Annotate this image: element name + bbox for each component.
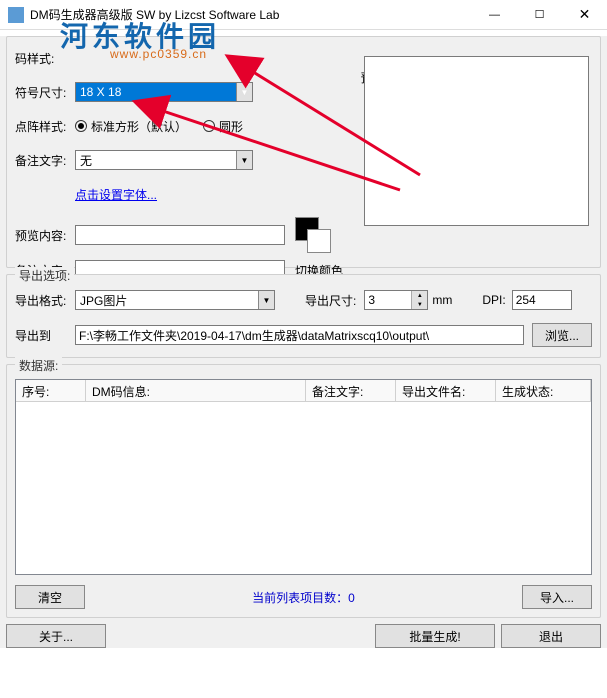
close-button[interactable]: ✕	[562, 1, 607, 29]
spin-down-icon[interactable]: ▼	[412, 300, 427, 309]
preview-image-area	[364, 56, 589, 226]
col-seq[interactable]: 序号:	[16, 380, 86, 401]
symbol-size-value: 18 X 18	[76, 85, 236, 99]
col-dm[interactable]: DM码信息:	[86, 380, 306, 401]
preview-content-input[interactable]	[75, 225, 285, 245]
code-style-label: 码样式:	[15, 50, 75, 67]
chevron-down-icon: ▼	[236, 83, 252, 101]
export-size-input[interactable]	[365, 291, 411, 309]
background-color-swatch	[307, 229, 331, 253]
radio-square[interactable]: 标准方形（默认）	[75, 118, 187, 135]
export-format-label: 导出格式:	[15, 292, 75, 309]
chevron-down-icon: ▼	[236, 151, 252, 169]
data-source-group-title: 数据源:	[15, 357, 62, 374]
spin-up-icon[interactable]: ▲	[412, 291, 427, 300]
clear-button[interactable]: 清空	[15, 585, 85, 609]
browse-button[interactable]: 浏览...	[532, 323, 592, 347]
export-size-spinner[interactable]: ▲▼	[364, 290, 428, 310]
col-file[interactable]: 导出文件名:	[396, 380, 496, 401]
dot-style-label: 点阵样式:	[15, 118, 75, 135]
app-icon	[8, 7, 24, 23]
export-format-combo[interactable]: JPG图片 ▼	[75, 290, 275, 310]
export-format-value: JPG图片	[76, 292, 258, 309]
window-title: DM码生成器高级版 SW by Lizcst Software Lab	[30, 6, 472, 23]
table-header: 序号: DM码信息: 备注文字: 导出文件名: 生成状态:	[16, 380, 591, 402]
item-count-label: 当前列表项目数：0	[85, 589, 522, 606]
dpi-input[interactable]	[512, 290, 572, 310]
symbol-size-combo[interactable]: 18 X 18 ▼	[75, 82, 253, 102]
export-size-label: 导出尺寸:	[305, 292, 356, 309]
remark-combo-value: 无	[76, 152, 236, 169]
col-status[interactable]: 生成状态:	[496, 380, 591, 401]
radio-dot-icon	[75, 120, 87, 132]
symbol-size-label: 符号尺寸:	[15, 84, 75, 101]
export-size-unit: mm	[432, 293, 452, 307]
maximize-button[interactable]: ☐	[517, 1, 562, 29]
batch-generate-button[interactable]: 批量生成!	[375, 624, 495, 648]
col-remark[interactable]: 备注文字:	[306, 380, 396, 401]
dpi-label: DPI:	[482, 293, 505, 307]
radio-dot-icon	[203, 120, 215, 132]
preview-content-label: 预览内容:	[15, 227, 75, 244]
remark-combo[interactable]: 无 ▼	[75, 150, 253, 170]
export-to-label: 导出到	[15, 327, 75, 344]
about-button[interactable]: 关于...	[6, 624, 106, 648]
import-button[interactable]: 导入...	[522, 585, 592, 609]
table-body	[16, 402, 591, 574]
export-path-input[interactable]	[75, 325, 524, 345]
font-settings-link[interactable]: 点击设置字体...	[75, 186, 157, 203]
data-table[interactable]: 序号: DM码信息: 备注文字: 导出文件名: 生成状态:	[15, 379, 592, 575]
remark-caption-label: 备注文字:	[15, 152, 75, 169]
color-swap-button[interactable]	[295, 217, 331, 253]
export-group-title: 导出选项:	[15, 267, 74, 284]
titlebar: DM码生成器高级版 SW by Lizcst Software Lab — ☐ …	[0, 0, 607, 30]
minimize-button[interactable]: —	[472, 1, 517, 29]
exit-button[interactable]: 退出	[501, 624, 601, 648]
radio-circle-label: 圆形	[219, 118, 243, 135]
radio-square-label: 标准方形（默认）	[91, 118, 187, 135]
chevron-down-icon: ▼	[258, 291, 274, 309]
radio-circle[interactable]: 圆形	[203, 118, 243, 135]
